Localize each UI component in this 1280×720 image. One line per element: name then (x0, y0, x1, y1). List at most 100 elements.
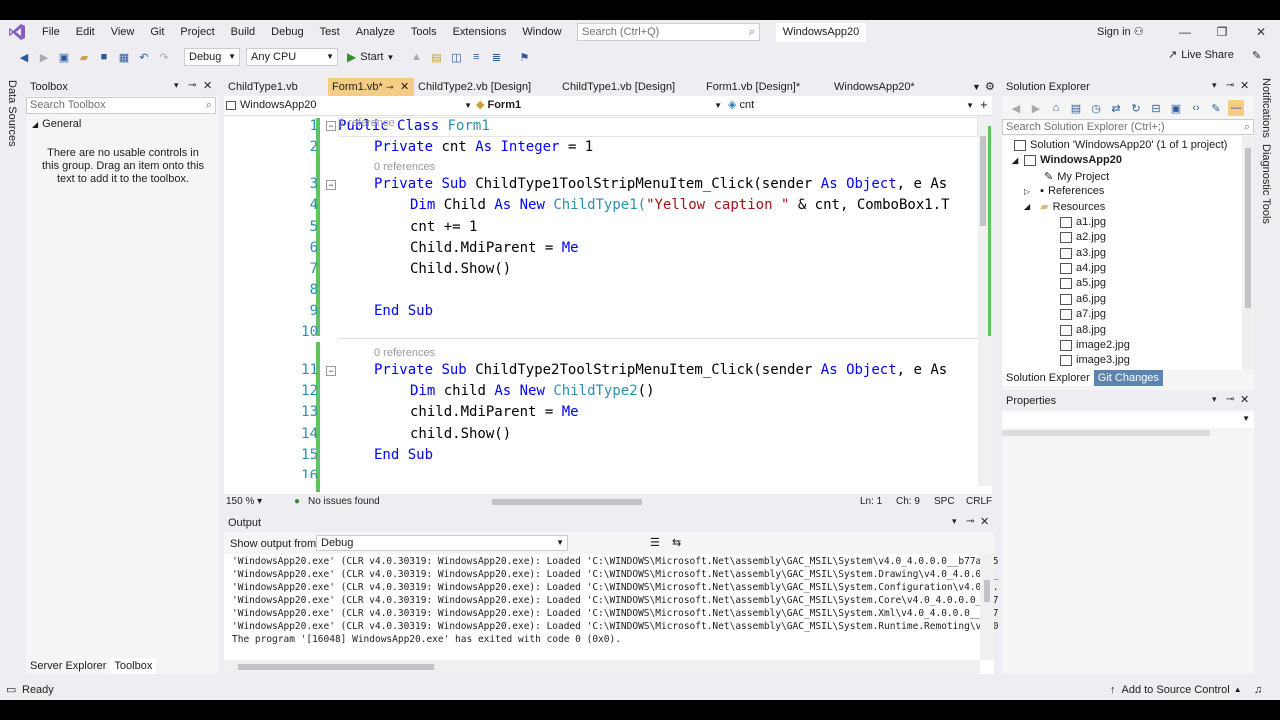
editor-horizontal-scrollbar[interactable] (484, 494, 904, 510)
tree-file[interactable]: a7.jpg (1060, 308, 1106, 320)
zoom-dropdown[interactable]: 150 % ▾ (226, 494, 262, 510)
issues-label[interactable]: No issues found (308, 494, 380, 510)
collapse-icon[interactable]: − (326, 121, 336, 131)
tree-file[interactable]: a4.jpg (1060, 262, 1106, 274)
menu-project[interactable]: Project (172, 20, 222, 44)
undo-icon[interactable]: ↶ (136, 49, 152, 65)
scrollbar-thumb[interactable] (984, 580, 990, 602)
clear-all-icon[interactable]: ☰ (650, 536, 660, 549)
tree-project[interactable]: ◢ WindowsApp20 (1012, 154, 1122, 166)
screenshot-icon[interactable]: ◫ (448, 49, 464, 65)
feedback-icon[interactable]: ✎ (1252, 49, 1261, 62)
member-dropdown[interactable]: ◈ cnt ▼ (728, 97, 976, 114)
history-icon[interactable]: ◷ (1088, 100, 1104, 116)
pin-icon[interactable]: ⊸ (966, 516, 974, 527)
chevron-down-icon[interactable]: ▾ (1212, 394, 1217, 405)
close-icon[interactable]: ✕ (1240, 393, 1249, 406)
gear-icon[interactable]: ⚙ (985, 80, 995, 93)
menu-analyze[interactable]: Analyze (348, 20, 403, 44)
tree-vertical-scrollbar[interactable] (1242, 136, 1254, 370)
line-ending-indicator[interactable]: CRLF (966, 494, 992, 510)
notification-bell-icon[interactable]: ♫ (1254, 680, 1262, 700)
global-search-input[interactable]: Search (Ctrl+Q) ⌕ (577, 23, 760, 41)
codelens-references[interactable]: 1 reference (339, 117, 395, 129)
forward-icon[interactable]: ▶ (36, 49, 52, 65)
pin-icon[interactable]: ⊸ (1226, 394, 1234, 405)
menu-file[interactable]: File (34, 20, 68, 44)
add-to-source-control-button[interactable]: ↑ Add to Source Control ▲ (1110, 680, 1242, 700)
tree-file[interactable]: a2.jpg (1060, 231, 1106, 243)
menu-extensions[interactable]: Extensions (445, 20, 515, 44)
view-code-icon[interactable]: ‹› (1188, 100, 1204, 116)
bookmark-icon[interactable]: ⚑ (516, 49, 532, 65)
chevron-down-icon[interactable]: ▾ (952, 516, 957, 527)
scrollbar-thumb[interactable] (1245, 148, 1251, 308)
start-button[interactable]: ▶ Start ▼ (347, 50, 394, 64)
close-icon[interactable]: ✕ (1240, 79, 1249, 92)
collapse-all-icon[interactable]: ⊟ (1148, 100, 1164, 116)
wrench-icon[interactable]: ✎ (1208, 100, 1224, 116)
toolbox-tab[interactable]: Toolbox (110, 658, 157, 674)
tree-file[interactable]: a5.jpg (1060, 277, 1106, 289)
scrollbar-thumb[interactable] (238, 664, 434, 670)
restore-button[interactable]: ❐ (1207, 20, 1237, 44)
forward-icon[interactable]: ▶ (1028, 100, 1044, 116)
uncomment-icon[interactable]: ≣ (488, 49, 504, 65)
show-all-files-icon[interactable]: ▣ (1168, 100, 1184, 116)
tab-childtype1-vb[interactable]: ChildType1.vb (224, 78, 328, 96)
tree-file[interactable]: a1.jpg (1060, 216, 1106, 228)
solution-search-input[interactable]: Search Solution Explorer (Ctrl+;) ⌕ (1002, 119, 1254, 135)
refresh-icon[interactable]: ↻ (1128, 100, 1144, 116)
tree-references[interactable]: ▷ ▪ References (1024, 185, 1104, 197)
tab-childtype2-design[interactable]: ChildType2.vb [Design] (414, 78, 558, 96)
notifications-tab[interactable]: Notifications (1260, 78, 1272, 138)
tree-file[interactable]: a3.jpg (1060, 247, 1106, 259)
tree-my-project[interactable]: ✎ My Project (1044, 170, 1109, 184)
code-editor[interactable]: 1 2 3 4 5 6 7 8 9 10 11 12 13 14 15 16 −… (224, 116, 992, 494)
tab-windowsapp20[interactable]: WindowsApp20* (830, 78, 960, 96)
tree-file[interactable]: a8.jpg (1060, 324, 1106, 336)
home-icon[interactable]: ⌂ (1048, 100, 1064, 116)
minimize-button[interactable]: — (1170, 20, 1200, 44)
comment-icon[interactable]: ≡ (468, 49, 484, 65)
menu-debug[interactable]: Debug (263, 20, 311, 44)
fire-icon[interactable]: ▲ (408, 49, 424, 65)
switch-views-icon[interactable]: ▤ (1068, 100, 1084, 116)
diagnostic-tools-tab[interactable]: Diagnostic Tools (1260, 144, 1272, 224)
save-all-icon[interactable]: ▦ (116, 49, 132, 65)
save-icon[interactable]: ■ (96, 49, 112, 65)
collapse-icon[interactable]: − (326, 180, 336, 190)
back-icon[interactable]: ◀ (16, 49, 32, 65)
git-changes-tab[interactable]: Git Changes (1093, 370, 1163, 386)
configuration-dropdown[interactable]: Debug ▼ (184, 48, 240, 66)
browser-icon[interactable]: ▤ (428, 49, 444, 65)
project-dropdown[interactable]: WindowsApp20 ▼ (226, 97, 474, 114)
solution-explorer-tab[interactable]: Solution Explorer (1002, 370, 1094, 386)
tab-overflow-icon[interactable]: ▼ (972, 82, 981, 92)
pin-icon[interactable]: ⊸ (386, 78, 394, 96)
toolbox-search-input[interactable]: Search Toolbox ⌕ (26, 97, 216, 114)
scrollbar-thumb[interactable] (980, 136, 986, 226)
menu-tools[interactable]: Tools (403, 20, 445, 44)
pin-icon[interactable]: ⊸ (1226, 80, 1234, 91)
chevron-down-icon[interactable]: ▾ (174, 80, 179, 91)
tree-file[interactable]: a6.jpg (1060, 293, 1106, 305)
server-explorer-tab[interactable]: Server Explorer (26, 658, 110, 674)
sign-in-link[interactable]: Sign in ⚇ (1097, 20, 1144, 44)
chevron-down-icon[interactable]: ▾ (1212, 80, 1217, 91)
output-source-dropdown[interactable]: Debug ▼ (316, 535, 568, 551)
tab-childtype1-design[interactable]: ChildType1.vb [Design] (558, 78, 702, 96)
tree-resources[interactable]: ◢ ▰ Resources (1024, 200, 1105, 214)
class-dropdown[interactable]: ◆ Form1 ▼ (476, 97, 724, 114)
platform-dropdown[interactable]: Any CPU ▼ (246, 48, 338, 66)
word-wrap-icon[interactable]: ⇆ (672, 536, 681, 549)
menu-build[interactable]: Build (223, 20, 263, 44)
output-vertical-scrollbar[interactable] (980, 554, 994, 660)
pin-icon[interactable]: ⊸ (188, 80, 196, 91)
back-icon[interactable]: ◀ (1008, 100, 1024, 116)
close-icon[interactable]: ✕ (980, 515, 989, 528)
open-folder-icon[interactable]: ▰ (76, 49, 92, 65)
sync-icon[interactable]: ⇄ (1108, 100, 1124, 116)
output-horizontal-scrollbar[interactable] (224, 660, 980, 674)
output-text[interactable]: 'WindowsApp20.exe' (CLR v4.0.30319: Wind… (224, 554, 998, 674)
